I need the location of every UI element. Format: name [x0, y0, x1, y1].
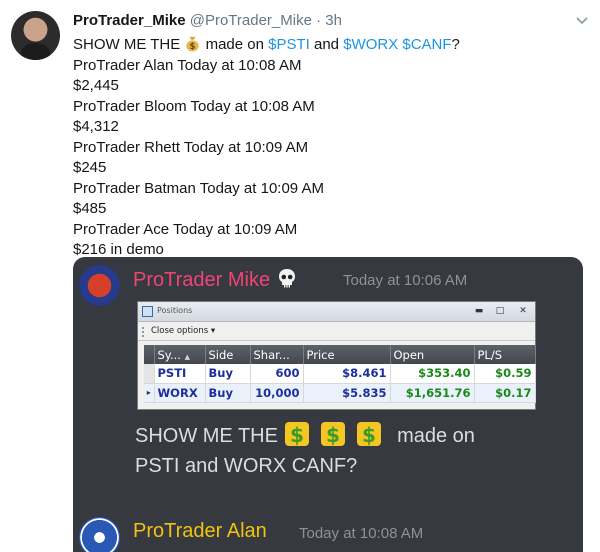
cell-shares: 10,000: [250, 383, 304, 403]
attached-image-discord[interactable]: ProTrader Mike Today at 10:06 AM Positio…: [73, 257, 583, 552]
author-name: ProTrader Mike: [133, 269, 271, 291]
tweet-header: ProTrader_Mike @ProTrader_Mike · 3h: [73, 11, 342, 31]
money-icon: $: [284, 422, 309, 447]
column-header-pls[interactable]: PL/S: [474, 345, 536, 364]
window-toolbar: Close options ▾: [138, 322, 535, 341]
cell-shares: 600: [250, 364, 304, 384]
tweet-line: ProTrader Bloom Today at 10:08 AM: [73, 97, 315, 115]
discord-message-text: SHOW ME THE $ $ $ made on PSTI and WORX …: [135, 421, 575, 481]
message-text-tail: made on: [397, 425, 475, 447]
window-titlebar: Positions ▬ □ ✕: [138, 302, 535, 322]
cashtag-worx-canf[interactable]: $WORX $CANF: [343, 36, 451, 53]
discord-timestamp: Today at 10:08 AM: [299, 525, 424, 542]
cell-price: $5.835: [303, 383, 391, 403]
table-header-row: Sy... ▲ Side Shar... Price Open PL/S: [144, 345, 536, 364]
display-name[interactable]: ProTrader_Mike: [73, 12, 186, 29]
sort-ascending-icon: ▲: [184, 352, 190, 361]
discord-author-mike: ProTrader Mike: [133, 267, 298, 292]
message-line-2: PSTI and WORX CANF?: [135, 455, 358, 477]
skull-icon: [279, 269, 296, 288]
message-text-start: SHOW ME THE: [135, 425, 278, 447]
tweet-line: $485: [73, 200, 107, 217]
tweet-headline: SHOW ME THE $ made on $PSTI and $WORX $C…: [73, 35, 573, 56]
column-header-shares[interactable]: Shar...: [250, 345, 304, 364]
positions-window: Positions ▬ □ ✕ Close options ▾ Sy... ▲ …: [137, 301, 536, 410]
window-title: Positions: [157, 306, 193, 315]
row-selector: [144, 364, 155, 384]
column-header-symbol[interactable]: Sy... ▲: [154, 345, 206, 364]
headline-prefix: SHOW ME THE: [73, 36, 185, 53]
close-icon[interactable]: ✕: [517, 305, 529, 317]
user-handle[interactable]: @ProTrader_Mike: [190, 12, 312, 29]
chevron-down-icon[interactable]: [575, 13, 589, 27]
tweet-line: ProTrader Ace Today at 10:09 AM: [73, 220, 298, 238]
separator-dot: ·: [316, 12, 322, 29]
row-selector-arrow-icon: ▸: [144, 383, 155, 403]
column-header-side[interactable]: Side: [205, 345, 251, 364]
svg-text:$: $: [326, 423, 340, 447]
close-options-button[interactable]: Close options ▾: [151, 326, 215, 336]
minimize-icon[interactable]: ▬: [473, 305, 485, 317]
row-header-corner: [144, 345, 155, 364]
svg-text:$: $: [190, 42, 196, 52]
toolbar-grip-icon: [142, 327, 144, 337]
cell-price: $8.461: [303, 364, 391, 384]
headline-suffix: ?: [451, 36, 460, 53]
discord-timestamp: Today at 10:06 AM: [343, 272, 468, 289]
column-header-open[interactable]: Open: [390, 345, 475, 364]
cell-pls: $0.17: [474, 383, 536, 403]
tweet-line: ProTrader Alan Today at 10:08 AM: [73, 56, 302, 74]
tweet-time[interactable]: 3h: [325, 12, 342, 29]
cell-symbol: PSTI: [154, 364, 206, 384]
tweet-line: $245: [73, 159, 107, 176]
money-icon: $: [320, 422, 345, 447]
positions-table: Sy... ▲ Side Shar... Price Open PL/S PST…: [144, 345, 536, 403]
message-line-1: SHOW ME THE $ $ $ made on: [135, 421, 575, 451]
column-header-price[interactable]: Price: [303, 345, 391, 364]
discord-avatar-alan: [79, 517, 120, 552]
table-row[interactable]: ▸ WORX Buy 10,000 $5.835 $1,651.76 $0.17: [144, 383, 536, 403]
headline-and: and: [309, 36, 344, 53]
tweet-line: ProTrader Rhett Today at 10:09 AM: [73, 138, 309, 156]
headline-mid: made on: [201, 36, 269, 53]
money-icon: $: [356, 422, 381, 447]
cell-open: $1,651.76: [390, 383, 475, 403]
tweet-line: ProTrader Batman Today at 10:09 AM: [73, 179, 324, 197]
tweet-line: $2,445: [73, 77, 119, 94]
svg-text:$: $: [290, 423, 304, 447]
tweet-line: $4,312: [73, 118, 119, 135]
cell-symbol: WORX: [154, 383, 206, 403]
cell-side: Buy: [205, 364, 251, 384]
money-bag-icon: $: [186, 36, 200, 52]
cell-side: Buy: [205, 383, 251, 403]
window-app-icon: [142, 306, 153, 317]
cashtag-psti[interactable]: $PSTI: [268, 36, 310, 53]
tweet-avatar[interactable]: [11, 11, 60, 60]
discord-avatar-mike: [79, 265, 120, 306]
discord-author-alan: ProTrader Alan: [133, 520, 267, 542]
cell-open: $353.40: [390, 364, 475, 384]
svg-text:$: $: [362, 423, 376, 447]
table-row[interactable]: PSTI Buy 600 $8.461 $353.40 $0.59: [144, 364, 536, 384]
maximize-icon[interactable]: □: [494, 305, 506, 317]
cell-pls: $0.59: [474, 364, 536, 384]
tweet-body: SHOW ME THE $ made on $PSTI and $WORX $C…: [73, 35, 573, 261]
